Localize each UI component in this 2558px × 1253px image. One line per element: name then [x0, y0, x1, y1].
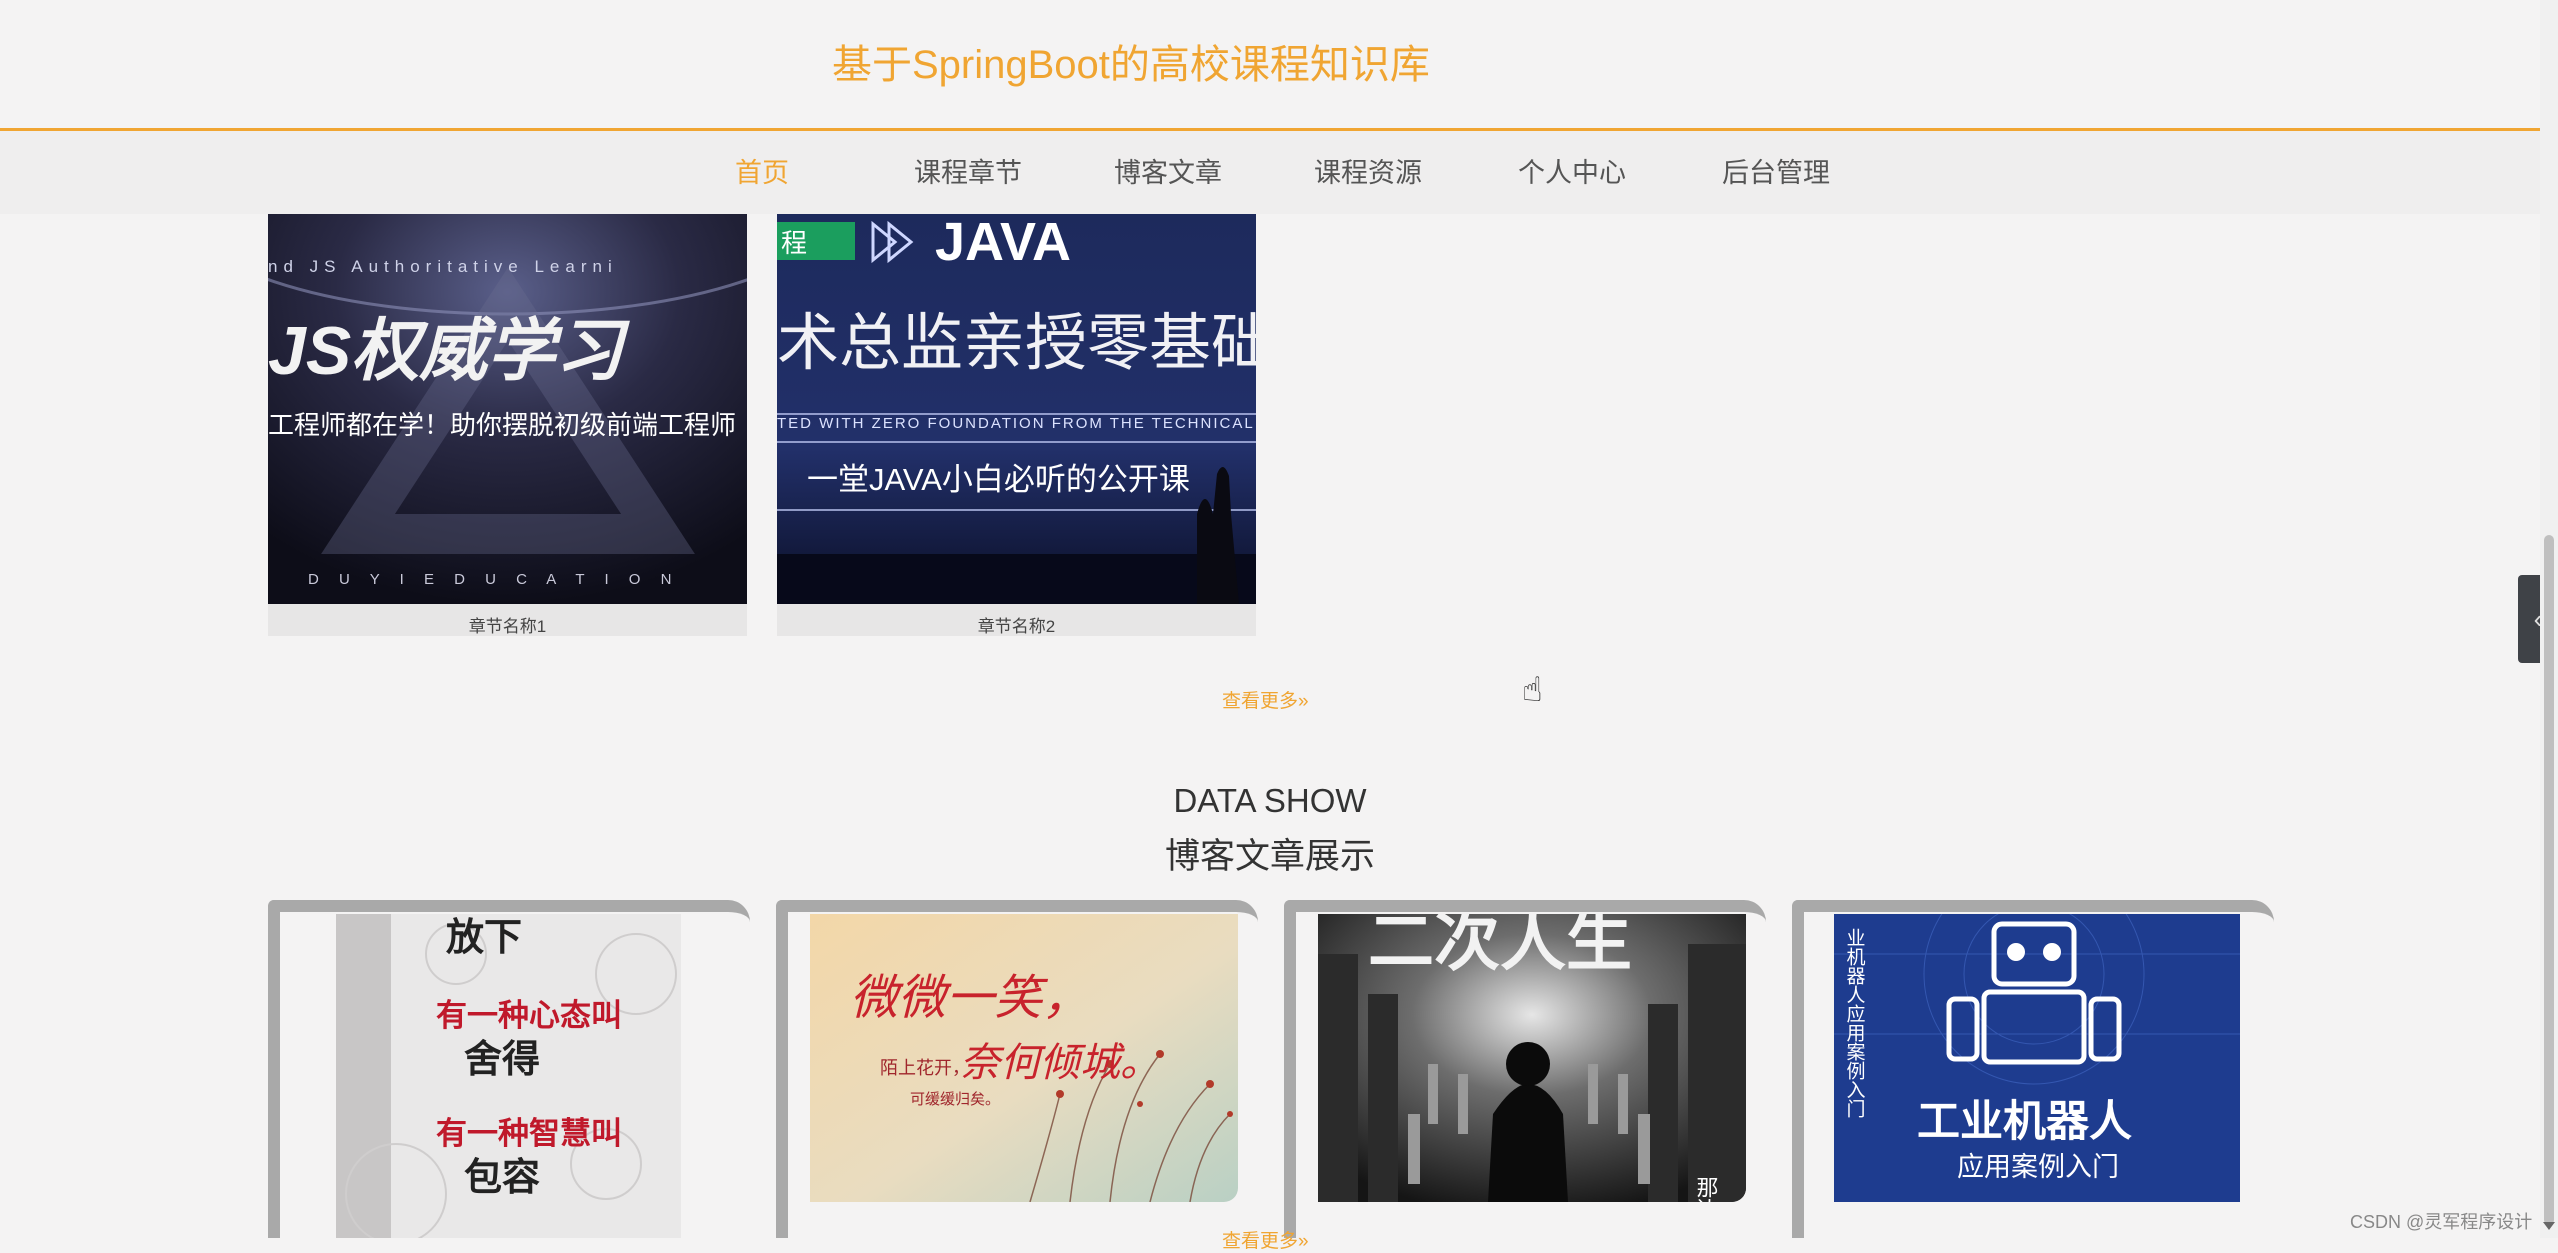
cover-text: 那边没: [1694, 1176, 1719, 1202]
nav-item-personal-center[interactable]: 个人中心: [1518, 151, 1626, 190]
nav-item-course-chapters[interactable]: 课程章节: [914, 151, 1022, 190]
cover-text: 业机器人应用案例入门: [1844, 928, 1866, 1118]
cover-text: TED WITH ZERO FOUNDATION FROM THE TECHNI…: [777, 415, 1256, 432]
blog-cover-image[interactable]: 微微一笑， 陌上花开， 奈何倾城。 可缓缓归矣。: [810, 914, 1238, 1202]
cover-text: 有一种心态叫: [436, 998, 622, 1033]
cover-text: 包容: [464, 1157, 540, 1199]
section-title-cn: 博客文章展示: [1164, 837, 1375, 876]
cover-text: D U Y I E D U C A T I O N: [308, 571, 679, 588]
cover-text: 工业机器人: [1917, 1098, 2132, 1146]
cover-text: 可缓缓归矣。: [910, 1090, 1000, 1108]
blog-card[interactable]: 业机器人应用案例入门 工业机器人 应用案例入门: [1792, 900, 2274, 1238]
page-scrollbar[interactable]: [2540, 0, 2558, 1238]
cover-text: 陌上花开，: [880, 1058, 970, 1078]
blog-cover-image[interactable]: 放下 有一种心态叫 舍得 有一种智慧叫 包容: [336, 914, 681, 1238]
cover-text: 二次人生: [1368, 914, 1632, 978]
nav-item-admin[interactable]: 后台管理: [1722, 151, 1830, 190]
view-more-chapters-link[interactable]: 查看更多»: [1222, 686, 1309, 713]
cover-text: 微微一笑，: [850, 972, 1090, 1025]
cover-text: 奈何倾城。: [960, 1041, 1160, 1085]
scrollbar-thumb[interactable]: [2544, 535, 2554, 1225]
view-more-blogs-link[interactable]: 查看更多»: [1222, 1226, 1309, 1253]
chapter-title[interactable]: 章节名称2: [777, 612, 1256, 637]
cover-text: 一堂JAVA小白必听的公开课: [807, 462, 1190, 497]
nav-item-home[interactable]: 首页: [735, 151, 789, 190]
chapter-title[interactable]: 章节名称1: [268, 612, 747, 637]
cover-text: 有一种智慧叫: [436, 1116, 622, 1151]
cover-text: 舍得: [464, 1039, 540, 1081]
blog-cover-image[interactable]: 业机器人应用案例入门 工业机器人 应用案例入门: [1834, 914, 2240, 1202]
chapter-cover-image[interactable]: 程 JAVA 术总监亲授零基础 TED WITH ZERO FOUNDATION…: [777, 214, 1256, 604]
cover-text: 放下: [446, 917, 522, 959]
section-title-en: DATA SHOW: [1173, 782, 1367, 819]
cover-text: 程: [781, 228, 807, 258]
main-nav: 首页 课程章节 博客文章 课程资源 个人中心 后台管理: [0, 131, 2540, 214]
cover-text: 工程师都在学！助你摆脱初级前端工程师: [268, 410, 736, 440]
chapter-card[interactable]: 程 JAVA 术总监亲授零基础 TED WITH ZERO FOUNDATION…: [777, 214, 1256, 636]
hand-cursor-icon: ☝: [1522, 671, 1543, 709]
cover-text: 应用案例入门: [1957, 1152, 2119, 1182]
site-title[interactable]: 基于SpringBoot的高校课程知识库: [832, 32, 1430, 90]
chapter-card[interactable]: nd JS Authoritative Learni JS权威学习 工程师都在学…: [268, 214, 747, 636]
watermark: CSDN @灵军程序设计: [2350, 1212, 2533, 1232]
blog-card[interactable]: 二次人生 那边没: [1284, 900, 1766, 1238]
blog-card[interactable]: 微微一笑， 陌上花开， 奈何倾城。 可缓缓归矣。: [776, 900, 1258, 1238]
blog-cover-image[interactable]: 二次人生 那边没: [1318, 914, 1746, 1202]
cover-text: 术总监亲授零基础: [777, 309, 1256, 378]
site-header: 基于SpringBoot的高校课程知识库: [0, 0, 2540, 131]
nav-item-blog-articles[interactable]: 博客文章: [1114, 151, 1222, 190]
scroll-down-arrow-icon[interactable]: [2543, 1222, 2555, 1230]
cover-text: nd JS Authoritative Learni: [268, 257, 618, 276]
cover-text: JAVA: [935, 214, 1071, 272]
nav-item-course-resources[interactable]: 课程资源: [1314, 151, 1422, 190]
chapter-cover-image[interactable]: nd JS Authoritative Learni JS权威学习 工程师都在学…: [268, 214, 747, 604]
cover-text: JS权威学习: [268, 313, 630, 389]
blog-card[interactable]: 放下 有一种心态叫 舍得 有一种智慧叫 包容: [268, 900, 750, 1238]
